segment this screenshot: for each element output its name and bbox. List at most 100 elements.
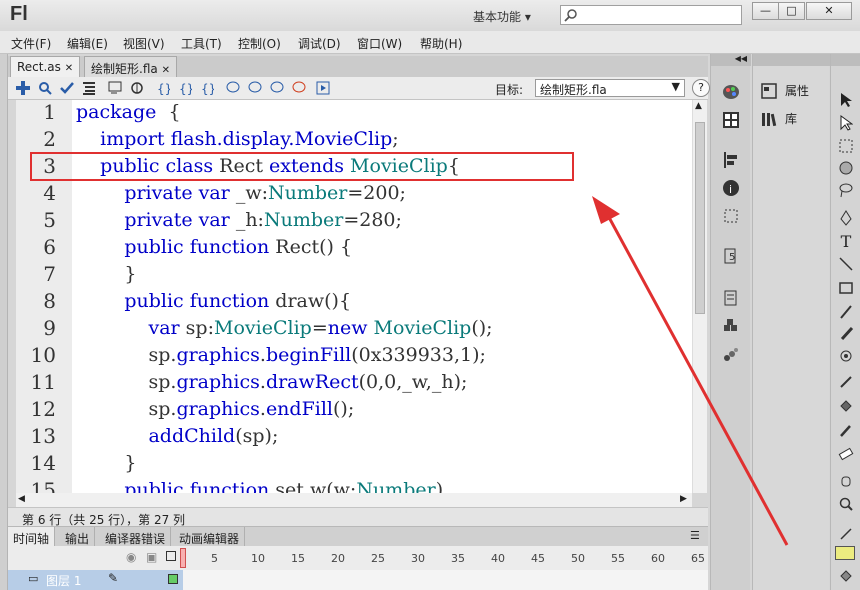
brush-tool-icon[interactable] — [836, 324, 856, 344]
bone-tool-icon[interactable] — [836, 372, 856, 392]
deco-tool-icon[interactable] — [836, 346, 856, 366]
3d-rotation-icon[interactable] — [836, 158, 856, 178]
workspace-switcher[interactable]: 基本功能 ▾ — [466, 5, 548, 25]
horizontal-scrollbar[interactable]: ◀ ▶ — [16, 493, 692, 507]
menu-file[interactable]: 文件(F) — [11, 35, 51, 52]
code-line[interactable]: import flash.display.MovieClip; — [76, 128, 399, 150]
layer-color-icon[interactable] — [168, 574, 178, 584]
chevron-up-icon[interactable]: ▲ — [695, 101, 702, 111]
target-select[interactable]: 绘制矩形.fla ▼ — [535, 79, 685, 97]
text-tool-icon[interactable]: T — [836, 231, 856, 251]
swatches-icon[interactable] — [721, 110, 741, 130]
transform-icon[interactable] — [721, 206, 741, 226]
menu-help[interactable]: 帮助(H) — [420, 35, 462, 52]
info-icon[interactable]: i — [721, 178, 741, 198]
help-button[interactable]: ? — [692, 79, 710, 97]
debug-options-icon[interactable] — [128, 79, 146, 97]
code-hint-icon[interactable] — [106, 79, 124, 97]
stroke-color-icon[interactable] — [836, 524, 856, 544]
layer-name[interactable]: 图层 1 — [46, 572, 81, 589]
layer-row[interactable]: ▭ 图层 1 ✎ — [8, 570, 708, 590]
components-icon[interactable] — [721, 288, 741, 308]
menu-tools[interactable]: 工具(T) — [181, 35, 222, 52]
frame-cells[interactable] — [183, 570, 708, 590]
close-icon[interactable]: ✕ — [65, 63, 73, 74]
code-snippets-icon[interactable]: 5 — [721, 246, 741, 266]
chevron-left-icon[interactable]: ◀ — [18, 494, 25, 504]
panel-menu-icon[interactable]: ☰ — [690, 529, 700, 542]
tab-fla[interactable]: 绘制矩形.fla ✕ — [84, 56, 177, 77]
tab-timeline[interactable]: 时间轴 — [8, 527, 56, 547]
add-statement-icon[interactable] — [14, 79, 32, 97]
tab-motion-editor[interactable]: 动画编辑器 — [174, 527, 246, 547]
align-icon[interactable] — [721, 150, 741, 170]
code-line[interactable]: var sp:MovieClip=new MovieClip(); — [76, 317, 492, 339]
free-transform-icon[interactable] — [836, 136, 856, 156]
code-line[interactable]: } — [76, 263, 136, 285]
remove-comment-alt-icon[interactable] — [290, 79, 308, 97]
cubes-icon[interactable] — [721, 316, 741, 336]
code-line[interactable]: sp.graphics.drawRect(0,0,_w,_h); — [76, 371, 467, 393]
pencil-tool-icon[interactable] — [836, 302, 856, 322]
tab-rect-as[interactable]: Rect.as ✕ — [10, 56, 81, 77]
zoom-tool-icon[interactable] — [836, 494, 856, 514]
tab-output[interactable]: 输出 — [60, 527, 96, 547]
code-editor[interactable]: 1 package {2 import flash.display.MovieCl… — [16, 100, 692, 493]
menu-debug[interactable]: 调试(D) — [298, 35, 341, 52]
menu-control[interactable]: 控制(O) — [238, 35, 281, 52]
scrollbar-thumb[interactable] — [695, 122, 705, 314]
code-line[interactable]: private var _w:Number=200; — [76, 182, 406, 204]
subselection-tool-icon[interactable] — [836, 113, 856, 133]
auto-format-icon[interactable] — [80, 79, 98, 97]
eyedropper-icon[interactable] — [836, 420, 856, 440]
pencil-icon: ✎ — [108, 571, 119, 585]
code-line[interactable]: public function Rect() { — [76, 236, 352, 258]
expand-all-icon[interactable]: {} — [198, 79, 216, 97]
close-button[interactable]: ✕ — [806, 2, 852, 20]
stroke-color-swatch[interactable] — [835, 546, 855, 560]
menu-edit[interactable]: 编辑(E) — [67, 35, 108, 52]
vertical-scrollbar[interactable]: ▲ — [692, 100, 707, 493]
properties-panel: 属性 库 — [752, 54, 830, 590]
maximize-button[interactable]: □ — [778, 2, 805, 20]
properties-item[interactable]: 属性 — [761, 82, 809, 99]
code-line[interactable]: private var _h:Number=280; — [76, 209, 402, 231]
block-comment-icon[interactable] — [224, 79, 242, 97]
code-line[interactable]: sp.graphics.beginFill(0x339933,1); — [76, 344, 485, 366]
code-line[interactable]: sp.graphics.endFill(); — [76, 398, 354, 420]
close-icon[interactable]: ✕ — [162, 65, 170, 76]
chevron-right-icon[interactable]: ▶ — [680, 494, 687, 504]
collapse-between-braces-icon[interactable]: {} — [154, 79, 172, 97]
show-hide-toolbox-icon[interactable] — [314, 79, 332, 97]
color-palette-icon[interactable] — [721, 82, 741, 102]
rectangle-tool-icon[interactable] — [836, 278, 856, 298]
menu-window[interactable]: 窗口(W) — [357, 35, 402, 52]
code-line[interactable]: addChild(sp); — [76, 425, 278, 447]
line-comment-icon[interactable] — [246, 79, 264, 97]
code-line[interactable]: } — [76, 452, 136, 474]
code-line[interactable]: public function draw(){ — [76, 290, 351, 312]
left-collapse-rail[interactable] — [0, 54, 8, 590]
collapse-selection-icon[interactable]: {} — [176, 79, 194, 97]
lasso-icon[interactable] — [836, 180, 856, 200]
line-tool-icon[interactable] — [836, 254, 856, 274]
library-item[interactable]: 库 — [761, 110, 797, 127]
menu-view[interactable]: 视图(V) — [123, 35, 165, 52]
find-icon[interactable] — [36, 79, 54, 97]
motion-presets-icon[interactable] — [721, 344, 741, 364]
code-line[interactable]: public function set w(w:Number) — [76, 479, 443, 493]
code-line[interactable]: package { — [76, 101, 181, 123]
remove-comment-icon[interactable] — [268, 79, 286, 97]
help-search-input[interactable] — [560, 5, 742, 25]
selection-tool-icon[interactable] — [836, 90, 856, 110]
hand-tool-icon[interactable] — [836, 470, 856, 490]
pen-tool-icon[interactable] — [836, 208, 856, 228]
minimize-button[interactable]: — — [752, 2, 779, 20]
check-syntax-icon[interactable] — [58, 79, 76, 97]
collapse-icon[interactable]: ◀◀ — [711, 54, 751, 66]
paint-bucket-icon[interactable] — [836, 396, 856, 416]
fill-color-icon[interactable] — [836, 566, 856, 586]
eraser-icon[interactable] — [836, 444, 856, 464]
code-token: sp. — [76, 398, 177, 420]
tab-compiler-errors[interactable]: 编译器错误 — [100, 527, 172, 547]
